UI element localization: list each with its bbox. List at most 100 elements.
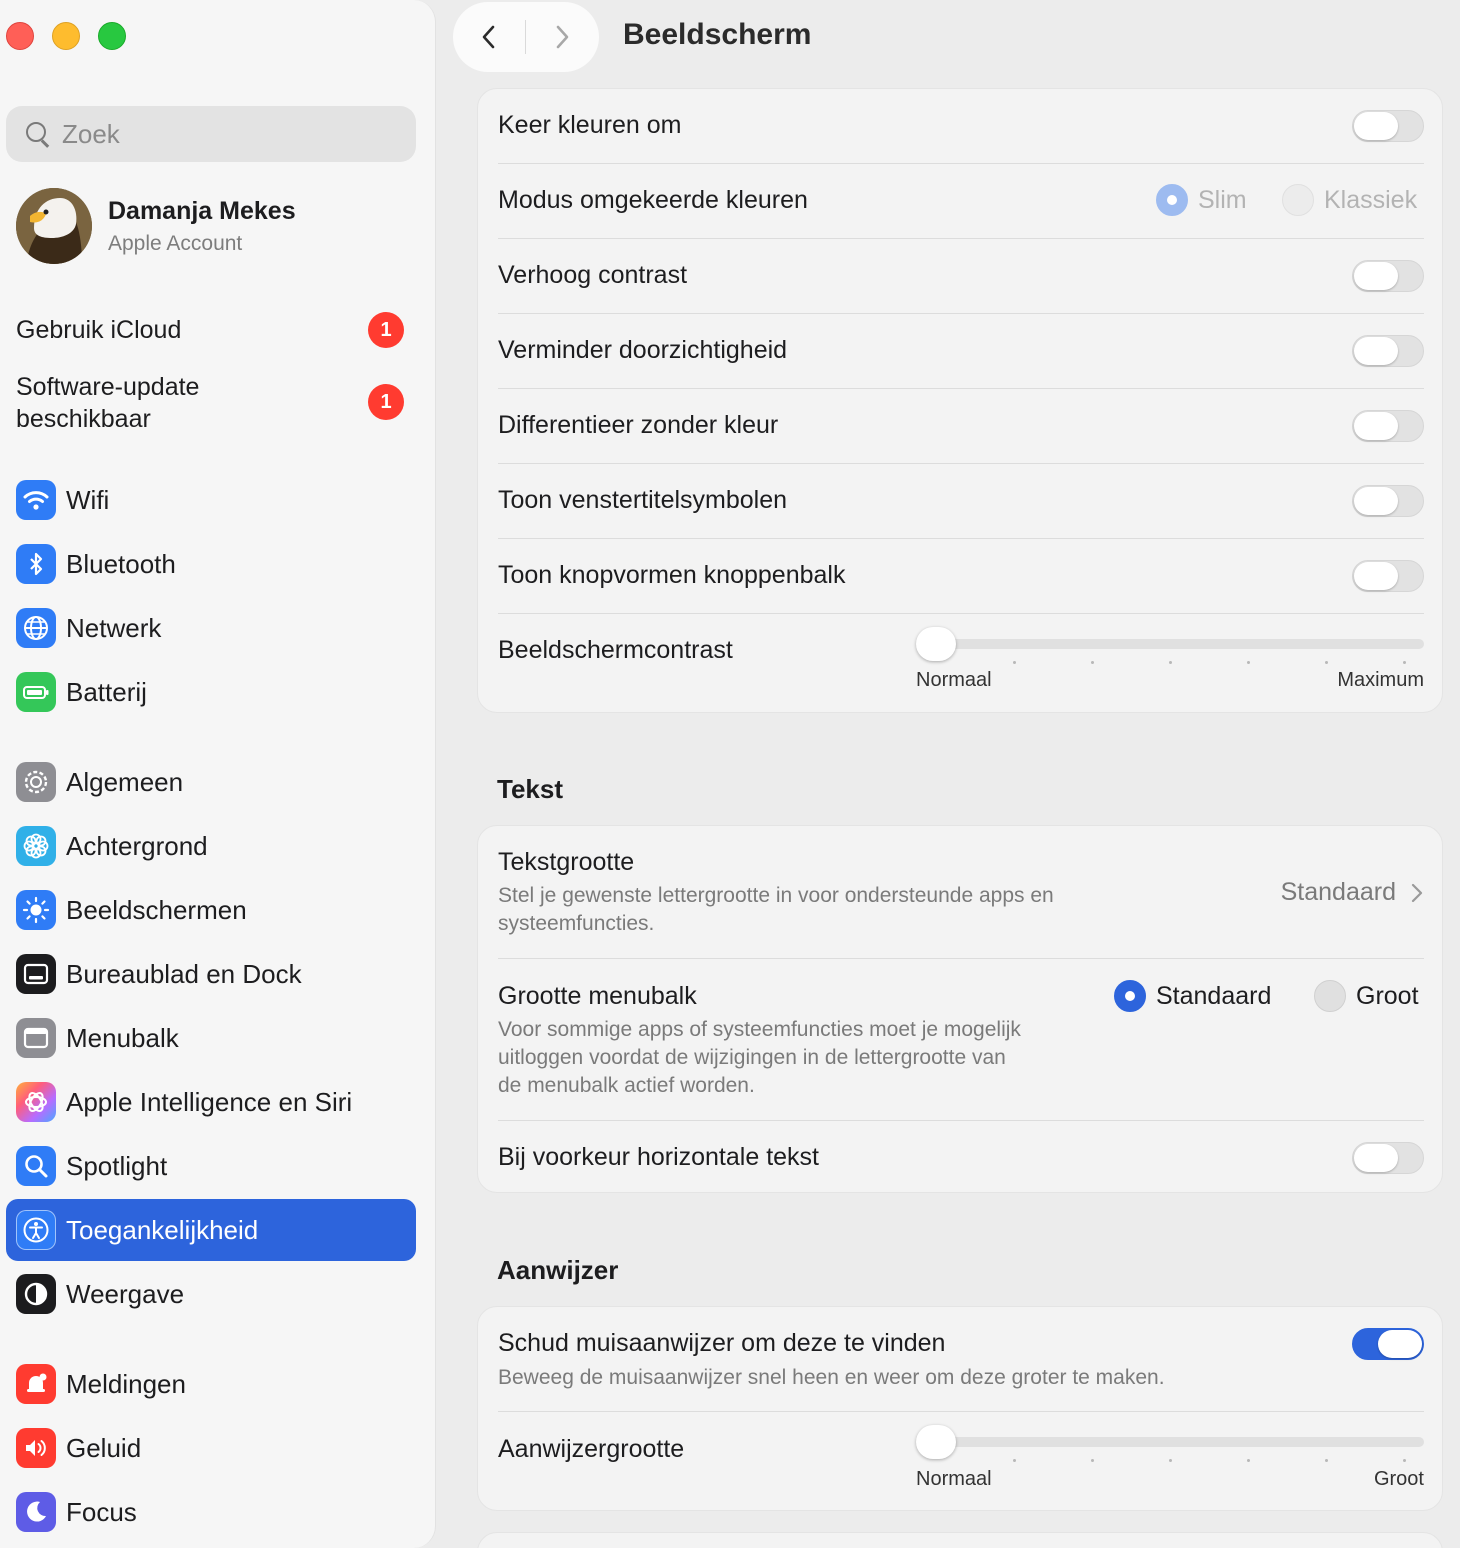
magnifier-icon (16, 1146, 56, 1186)
avatar (16, 188, 92, 264)
increase-contrast-row: Verhoog contrast (498, 239, 1424, 313)
pointer-size-slider[interactable] (916, 1415, 1424, 1475)
software-update-notice[interactable]: Software-update beschikbaar (16, 371, 199, 435)
text-size-value[interactable]: Standaard (1281, 878, 1424, 907)
minimize-window-button[interactable] (52, 22, 80, 50)
moon-icon (16, 1492, 56, 1532)
menubar-size-large-radio[interactable]: Groot (1314, 980, 1419, 1012)
increase-contrast-toggle[interactable] (1352, 260, 1424, 292)
slider-max-label: Maximum (1337, 669, 1424, 691)
button-shapes-row: Toon knopvormen knoppenbalk (498, 539, 1424, 613)
radio-label: Groot (1356, 981, 1419, 1010)
back-button[interactable] (453, 2, 525, 72)
increase-contrast-label: Verhoog contrast (498, 261, 688, 289)
invert-mode-label: Modus omgekeerde kleuren (498, 186, 808, 214)
slider-tick (1247, 661, 1250, 664)
title-icons-toggle[interactable] (1352, 485, 1424, 517)
slider-tick (1013, 1459, 1016, 1462)
sidebar-item-beeldschermen[interactable]: Beeldschermen (6, 879, 416, 941)
slider-thumb[interactable] (916, 627, 956, 661)
section-title-tekst: Tekst (497, 774, 563, 804)
sidebar-item-weergave[interactable]: Weergave (6, 1263, 416, 1325)
slider-tick (1403, 661, 1406, 664)
pointer-settings-group: Schud muisaanwijzer om deze te vinden Be… (477, 1306, 1443, 1511)
slider-tick (1169, 1459, 1172, 1462)
sidebar-item-focus[interactable]: Focus (6, 1481, 416, 1543)
sun-icon (16, 890, 56, 930)
menubar-size-standard-radio[interactable]: Standaard (1114, 980, 1271, 1012)
display-contrast-slider[interactable] (916, 617, 1424, 677)
zoom-window-button[interactable] (98, 22, 126, 50)
sidebar-item-spotlight[interactable]: Spotlight (6, 1135, 416, 1197)
notification-badge: 1 (368, 384, 404, 420)
slider-track (916, 639, 1424, 649)
bell-icon (16, 1364, 56, 1404)
slider-tick (1091, 661, 1094, 664)
slider-min-label: Normaal (916, 1468, 992, 1490)
sidebar-item-label: Menubalk (66, 1022, 179, 1053)
bluetooth-icon (16, 544, 56, 584)
text-size-label: Tekstgrootte (498, 848, 635, 876)
section-title-aanwijzer: Aanwijzer (497, 1255, 619, 1285)
display-contrast-row: Beeldschermcontrast Normaal Maximum (498, 614, 1424, 714)
menubar-size-desc-line2: uitloggen voordat de wijzigingen in de l… (498, 1046, 1006, 1069)
search-input[interactable]: Zoek (6, 106, 416, 162)
button-shapes-toggle[interactable] (1352, 560, 1424, 592)
sidebar-item-meldingen[interactable]: Meldingen (6, 1353, 416, 1415)
invert-colors-toggle[interactable] (1352, 110, 1424, 142)
slider-tick (1169, 661, 1172, 664)
invert-mode-classic-radio[interactable]: Klassiek (1282, 184, 1417, 216)
appearance-icon (16, 1274, 56, 1314)
slider-tick (1403, 1459, 1406, 1462)
sidebar-item-batterij[interactable]: Batterij (6, 661, 416, 723)
sidebar-item-bureaublad-en-dock[interactable]: Bureaublad en Dock (6, 943, 416, 1005)
reduce-transparency-toggle[interactable] (1352, 335, 1424, 367)
invert-colors-label: Keer kleuren om (498, 111, 682, 139)
forward-button[interactable] (526, 2, 598, 72)
horizontal-text-toggle[interactable] (1352, 1142, 1424, 1174)
sidebar-item-toegankelijkheid[interactable]: Toegankelijkheid (6, 1199, 416, 1261)
differentiate-row: Differentieer zonder kleur (498, 389, 1424, 463)
page-title: Beeldscherm (623, 18, 812, 51)
title-icons-row: Toon venstertitelsymbolen (498, 464, 1424, 538)
reduce-transparency-row: Verminder doorzichtigheid (498, 314, 1424, 388)
differentiate-label: Differentieer zonder kleur (498, 411, 779, 439)
sidebar-item-label: Apple Intelligence en Siri (66, 1086, 353, 1117)
sidebar-item-label: Achtergrond (66, 830, 208, 861)
slider-thumb[interactable] (916, 1425, 956, 1459)
sidebar-item-geluid[interactable]: Geluid (6, 1417, 416, 1479)
button-shapes-label: Toon knopvormen knoppenbalk (498, 561, 846, 589)
invert-mode-smart-radio[interactable]: Slim (1156, 184, 1247, 216)
text-size-row[interactable]: Tekstgrootte Stel je gewenste lettergroo… (498, 826, 1424, 958)
radio-label: Klassiek (1324, 185, 1418, 214)
chevron-left-icon (482, 25, 495, 49)
next-group-edge (477, 1532, 1443, 1548)
slider-tick (1325, 661, 1328, 664)
menubar-size-desc-line1: Voor sommige apps of systeemfuncties moe… (498, 1018, 1021, 1041)
sidebar-item-wifi[interactable]: Wifi (6, 469, 416, 531)
text-size-value-label: Standaard (1280, 878, 1396, 906)
chevron-right-icon (1411, 883, 1423, 902)
icloud-notice-label: Gebruik iCloud (16, 316, 182, 344)
software-update-label-line2: beschikbaar (16, 405, 151, 433)
shake-pointer-desc: Beweeg de muisaanwijzer snel heen en wee… (498, 1366, 1165, 1389)
apple-account[interactable]: Damanja Mekes Apple Account (16, 188, 296, 264)
history-nav (453, 2, 599, 72)
shake-pointer-toggle[interactable] (1352, 1328, 1424, 1360)
globe-icon (16, 608, 56, 648)
sidebar-item-bluetooth[interactable]: Bluetooth (6, 533, 416, 595)
sidebar-item-algemeen[interactable]: Algemeen (6, 751, 416, 813)
icloud-notice[interactable]: Gebruik iCloud (16, 314, 181, 346)
sidebar-item-achtergrond[interactable]: Achtergrond (6, 815, 416, 877)
sidebar-item-menubalk[interactable]: Menubalk (6, 1007, 416, 1069)
title-icons-label: Toon venstertitelsymbolen (498, 486, 788, 514)
sidebar-item-apple-intelligence-en-siri[interactable]: Apple Intelligence en Siri (6, 1071, 416, 1133)
differentiate-toggle[interactable] (1352, 410, 1424, 442)
display-settings-group: Keer kleuren om Modus omgekeerde kleuren… (477, 88, 1443, 713)
slider-min-label: Normaal (916, 669, 992, 691)
sidebar-item-netwerk[interactable]: Netwerk (6, 597, 416, 659)
account-name: Damanja Mekes (108, 196, 296, 225)
close-window-button[interactable] (6, 22, 34, 50)
sidebar-item-label: Beeldschermen (66, 894, 247, 925)
pointer-size-row: Aanwijzergrootte Normaal Groot (498, 1412, 1424, 1512)
